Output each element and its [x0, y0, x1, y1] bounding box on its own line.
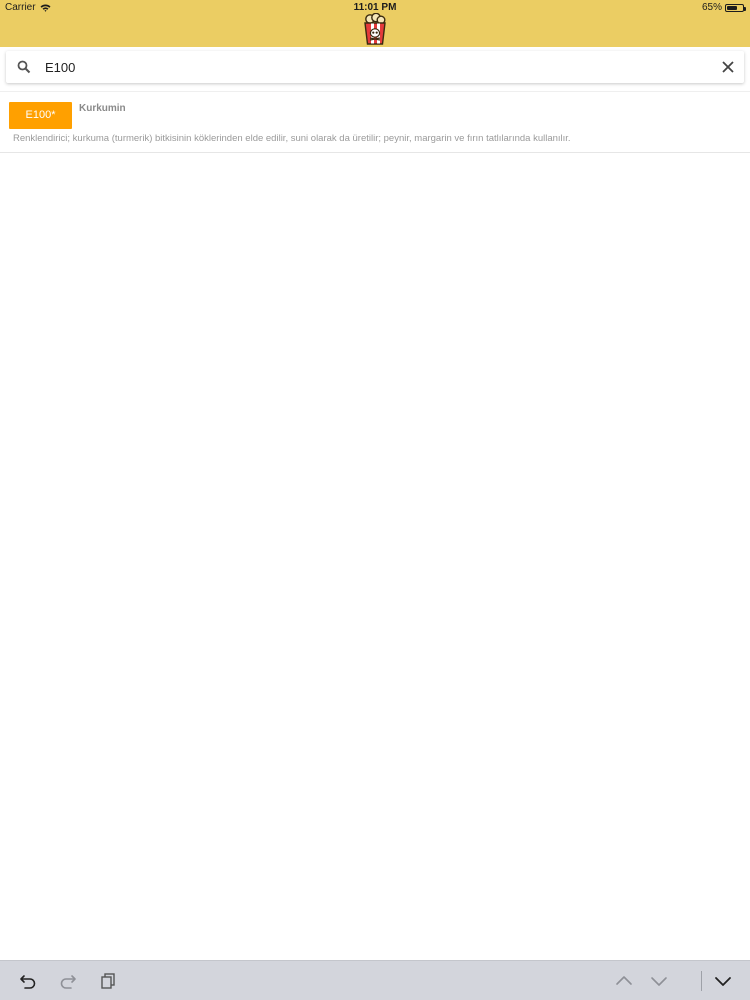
- status-right: 65%: [701, 2, 746, 13]
- keyboard-dismiss-icon[interactable]: [713, 971, 733, 991]
- chevron-down-icon[interactable]: [649, 971, 669, 991]
- battery-fill: [727, 5, 737, 10]
- toolbar-divider: [701, 971, 702, 991]
- keyboard-toolbar: [0, 960, 750, 1000]
- additive-code-badge: E100*: [9, 102, 72, 129]
- additive-description: Renklendirici; kurkuma (turmerik) bitkis…: [13, 133, 571, 144]
- undo-icon[interactable]: [18, 971, 38, 991]
- result-item-e100[interactable]: E100* Kurkumin Renklendirici; kurkuma (t…: [0, 91, 750, 153]
- status-time: 11:01 PM: [353, 2, 397, 13]
- battery-icon: [725, 3, 746, 12]
- chevron-up-icon[interactable]: [614, 971, 634, 991]
- search-bar[interactable]: [6, 51, 744, 83]
- close-icon[interactable]: [720, 59, 736, 75]
- redo-icon[interactable]: [58, 971, 78, 991]
- top-bar: Carrier 11:01 PM 65%: [0, 0, 750, 47]
- additive-name: Kurkumin: [79, 103, 126, 114]
- search-icon: [17, 60, 31, 74]
- battery-percent: 65%: [701, 2, 722, 13]
- popcorn-box-skull-icon: [364, 13, 386, 45]
- search-input[interactable]: [45, 57, 685, 77]
- paste-icon[interactable]: [98, 971, 118, 991]
